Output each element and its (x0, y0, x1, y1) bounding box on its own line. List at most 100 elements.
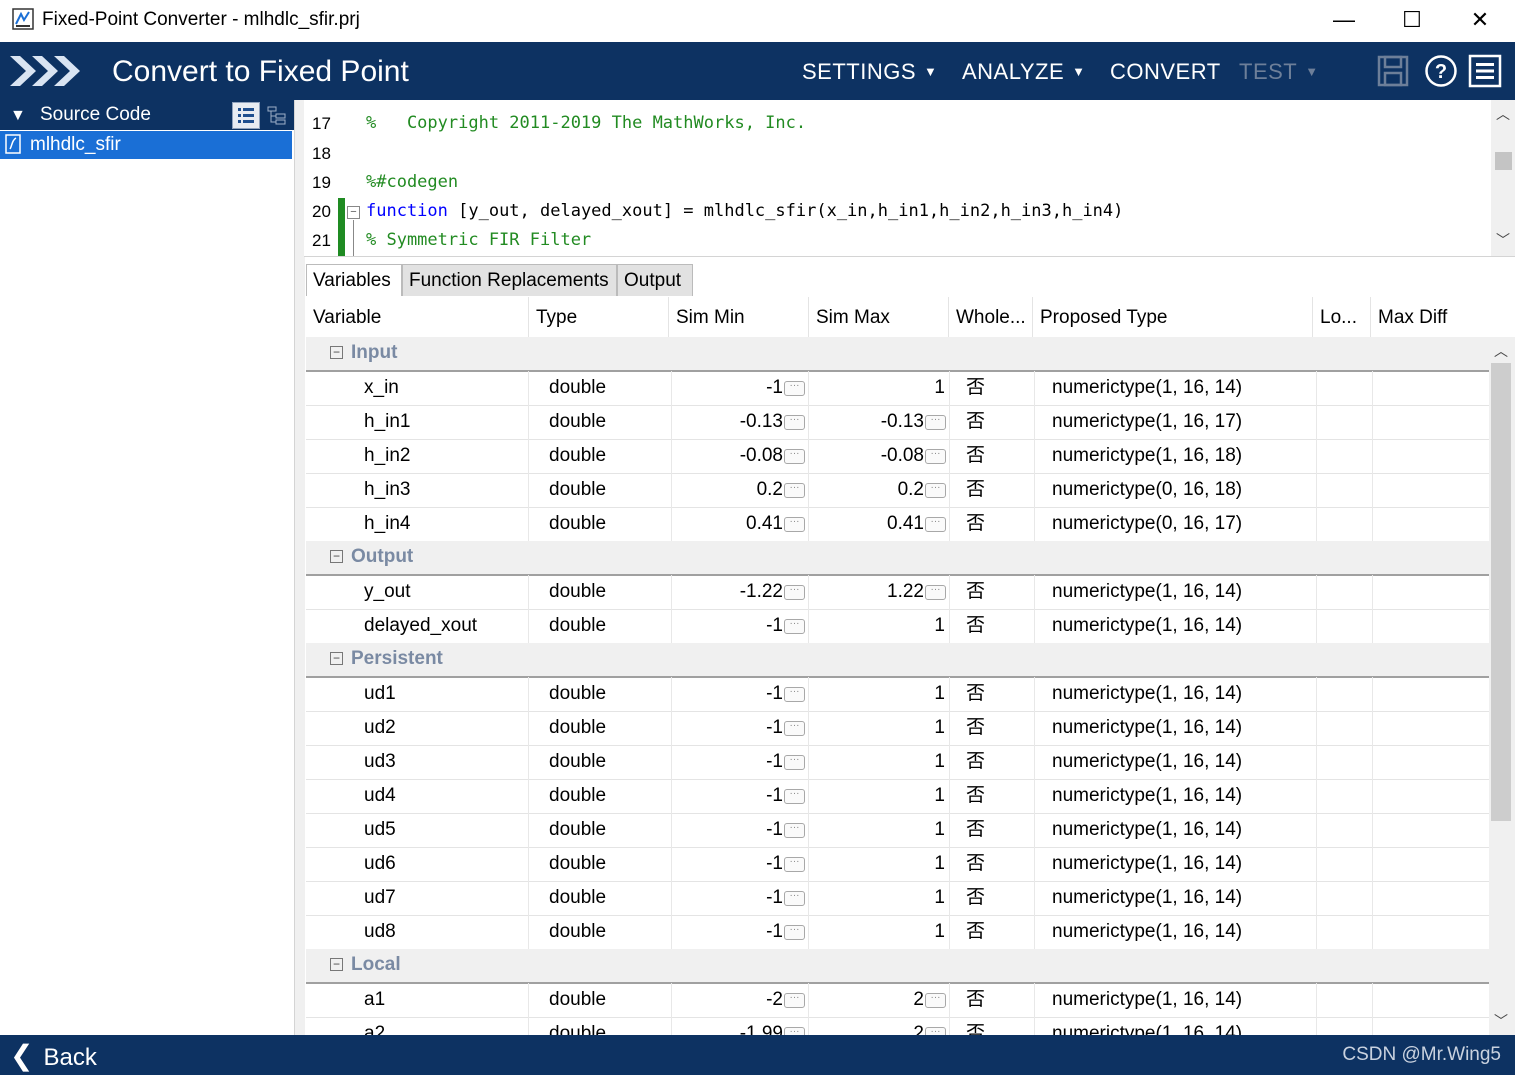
cell-max-diff[interactable] (1373, 609, 1489, 643)
cell-lock[interactable] (1317, 677, 1373, 711)
cell-sim-min[interactable]: -1 ··· (672, 711, 809, 745)
cell-sim-max[interactable]: 2 ··· (809, 1017, 950, 1035)
table-row[interactable]: h_in3 double 0.2 ··· 0.2 ··· 否 numerictype(0, 1… (306, 473, 1489, 508)
edit-range-icon[interactable]: ··· (784, 415, 805, 430)
scroll-up-icon[interactable]: ︿ (1489, 341, 1513, 361)
cell-proposed-type[interactable]: numerictype(1, 16, 14) (1035, 779, 1317, 813)
cell-lock[interactable] (1317, 575, 1373, 609)
cell-sim-max[interactable]: 1 (809, 779, 950, 813)
cell-sim-min[interactable]: -1 ··· (672, 847, 809, 881)
column-header-whole[interactable]: Whole... (949, 297, 1033, 337)
table-row[interactable]: h_in2 double -0.08 ··· -0.08 ··· 否 numerictype(… (306, 439, 1489, 474)
cell-max-diff[interactable] (1373, 779, 1489, 813)
edit-range-icon[interactable]: ··· (784, 483, 805, 498)
cell-max-diff[interactable] (1373, 473, 1489, 507)
maximize-button[interactable]: ☐ (1378, 0, 1446, 40)
cell-sim-max[interactable]: 1 (809, 847, 950, 881)
column-header-sim-max[interactable]: Sim Max (809, 297, 949, 337)
editor-scrollbar[interactable]: ︿ ﹀ (1491, 100, 1515, 256)
code-editor[interactable]: 17 % Copyright 2011-2019 The MathWorks, … (304, 100, 1515, 257)
cell-type[interactable]: double (529, 439, 672, 473)
edit-range-icon[interactable]: ··· (784, 857, 805, 872)
cell-max-diff[interactable] (1373, 813, 1489, 847)
column-header-max-diff[interactable]: Max Diff (1371, 297, 1489, 337)
cell-proposed-type[interactable]: numerictype(1, 16, 14) (1035, 575, 1317, 609)
cell-sim-min[interactable]: 0.2 ··· (672, 473, 809, 507)
cell-proposed-type[interactable]: numerictype(1, 16, 14) (1035, 983, 1317, 1017)
cell-sim-max[interactable]: 1 (809, 745, 950, 779)
cell-sim-min[interactable]: -1.99 ··· (672, 1017, 809, 1035)
edit-range-icon[interactable]: ··· (784, 993, 805, 1008)
cell-sim-min[interactable]: -1 ··· (672, 813, 809, 847)
cell-sim-max[interactable]: 1 (809, 881, 950, 915)
cell-type[interactable]: double (529, 371, 672, 405)
cell-whole-number[interactable]: 否 (950, 677, 1035, 711)
cell-max-diff[interactable] (1373, 983, 1489, 1017)
collapse-group-icon[interactable]: − (330, 550, 343, 563)
collapse-triangle-icon[interactable]: ▼ (10, 107, 26, 125)
tab-output[interactable]: Output (617, 264, 693, 296)
cell-type[interactable]: double (529, 711, 672, 745)
cell-sim-max[interactable]: 1 (809, 915, 950, 949)
cell-proposed-type[interactable]: numerictype(1, 16, 14) (1035, 745, 1317, 779)
cell-whole-number[interactable]: 否 (950, 915, 1035, 949)
cell-proposed-type[interactable]: numerictype(1, 16, 18) (1035, 439, 1317, 473)
edit-range-icon[interactable]: ··· (784, 517, 805, 532)
cell-sim-max[interactable]: -0.13 ··· (809, 405, 950, 439)
cell-lock[interactable] (1317, 473, 1373, 507)
source-code-header[interactable]: ▼ Source Code (0, 100, 294, 130)
cell-whole-number[interactable]: 否 (950, 609, 1035, 643)
group-row-output[interactable]: − Output (306, 541, 1489, 576)
cell-type[interactable]: double (529, 1017, 672, 1035)
table-row[interactable]: ud5 double -1 ··· 1 否 numerictype(1, 16, 14) (306, 813, 1489, 848)
tree-view-icon[interactable] (263, 102, 291, 129)
cell-whole-number[interactable]: 否 (950, 507, 1035, 541)
edit-range-icon[interactable]: ··· (784, 721, 805, 736)
cell-type[interactable]: double (529, 473, 672, 507)
edit-range-icon[interactable]: ··· (784, 925, 805, 940)
editor-scroll-thumb[interactable] (1495, 152, 1512, 170)
cell-max-diff[interactable] (1373, 677, 1489, 711)
menu-icon[interactable] (1468, 54, 1502, 88)
save-icon[interactable] (1376, 54, 1410, 88)
cell-whole-number[interactable]: 否 (950, 881, 1035, 915)
convert-button[interactable]: CONVERT (1110, 59, 1221, 85)
cell-max-diff[interactable] (1373, 847, 1489, 881)
edit-range-icon[interactable]: ··· (784, 381, 805, 396)
cell-max-diff[interactable] (1373, 1017, 1489, 1035)
source-file-item[interactable]: mlhdlc_sfir (0, 131, 292, 159)
cell-lock[interactable] (1317, 915, 1373, 949)
cell-lock[interactable] (1317, 813, 1373, 847)
edit-range-icon[interactable]: ··· (784, 619, 805, 634)
table-row[interactable]: ud2 double -1 ··· 1 否 numerictype(1, 16, 14) (306, 711, 1489, 746)
cell-sim-max[interactable]: 1 (809, 813, 950, 847)
cell-proposed-type[interactable]: numerictype(1, 16, 14) (1035, 609, 1317, 643)
table-row[interactable]: y_out double -1.22 ··· 1.22 ··· 否 numerictype(1… (306, 575, 1489, 610)
edit-range-icon[interactable]: ··· (784, 789, 805, 804)
edit-range-icon[interactable]: ··· (925, 415, 946, 430)
edit-range-icon[interactable]: ··· (925, 449, 946, 464)
cell-sim-max[interactable]: 1.22 ··· (809, 575, 950, 609)
tab-variables[interactable]: Variables (306, 264, 402, 296)
edit-range-icon[interactable]: ··· (784, 823, 805, 838)
tab-function-replacements[interactable]: Function Replacements (402, 264, 617, 296)
cell-type[interactable]: double (529, 983, 672, 1017)
cell-sim-min[interactable]: -1 ··· (672, 881, 809, 915)
cell-lock[interactable] (1317, 507, 1373, 541)
collapse-group-icon[interactable]: − (330, 958, 343, 971)
scroll-up-icon[interactable]: ︿ (1491, 104, 1515, 124)
table-row[interactable]: h_in1 double -0.13 ··· -0.13 ··· 否 numerictype(… (306, 405, 1489, 440)
cell-proposed-type[interactable]: numerictype(1, 16, 14) (1035, 813, 1317, 847)
cell-max-diff[interactable] (1373, 745, 1489, 779)
cell-lock[interactable] (1317, 711, 1373, 745)
cell-lock[interactable] (1317, 439, 1373, 473)
cell-whole-number[interactable]: 否 (950, 473, 1035, 507)
cell-whole-number[interactable]: 否 (950, 439, 1035, 473)
cell-sim-max[interactable]: 0.2 ··· (809, 473, 950, 507)
table-scrollbar[interactable]: ︿ ﹀ (1489, 337, 1515, 1035)
table-row[interactable]: ud4 double -1 ··· 1 否 numerictype(1, 16, 14) (306, 779, 1489, 814)
minimize-button[interactable]: — (1310, 0, 1378, 40)
cell-sim-min[interactable]: -1 ··· (672, 677, 809, 711)
cell-sim-min[interactable]: -1 ··· (672, 371, 809, 405)
cell-sim-max[interactable]: 0.41 ··· (809, 507, 950, 541)
